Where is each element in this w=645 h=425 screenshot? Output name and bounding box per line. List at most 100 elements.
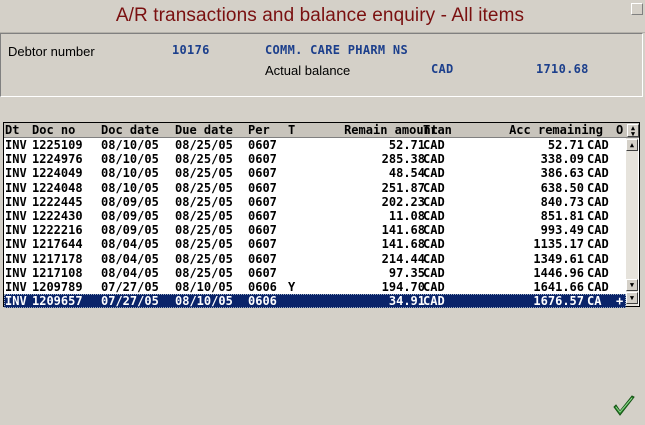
cell-dt: INV xyxy=(5,294,27,309)
col-header-tran[interactable]: Tran xyxy=(423,123,452,137)
cell-per: 0607 xyxy=(248,152,277,167)
vertical-scrollbar[interactable]: ▲ ▼ ▼ xyxy=(626,138,638,306)
cell-remain-amount: 97.35 xyxy=(388,265,425,280)
cell-per: 0607 xyxy=(248,138,277,152)
cell-dt: INV xyxy=(5,237,27,252)
col-header-dt[interactable]: Dt xyxy=(5,123,19,137)
cell-doc-date: 08/10/05 xyxy=(101,152,159,167)
cell-acc-remaining: 1135.17 xyxy=(533,237,584,252)
cell-currency: CAD xyxy=(587,223,609,238)
cell-due-date: 08/25/05 xyxy=(175,251,233,266)
cell-doc-date: 08/09/05 xyxy=(101,194,159,209)
col-header-doc-date[interactable]: Doc date xyxy=(101,123,159,137)
table-row[interactable]: INV 1224049 08/10/05 08/25/05 0607 48.54 CAD 38… xyxy=(4,166,626,180)
cell-doc-no: 1217178 xyxy=(32,251,83,266)
cell-currency: CAD xyxy=(587,152,609,167)
cell-tran: CAD xyxy=(423,294,445,309)
cell-tran: CAD xyxy=(423,209,445,223)
cell-doc-date: 07/27/05 xyxy=(101,294,159,309)
debtor-header-panel: Debtor number 10176 COMM. CARE PHARM NS … xyxy=(0,33,643,97)
cell-tran: CAD xyxy=(423,280,445,294)
cell-dt: INV xyxy=(5,194,27,209)
col-header-doc-no[interactable]: Doc no xyxy=(32,123,75,137)
checkmark-icon[interactable] xyxy=(612,394,636,420)
grid-header: Dt Doc no Doc date Due date Per T Remain… xyxy=(4,123,639,138)
cell-remain-amount: 194.70 xyxy=(381,280,425,294)
cell-due-date: 08/10/05 xyxy=(175,294,233,309)
cell-dt: INV xyxy=(5,152,27,167)
col-header-due-date[interactable]: Due date xyxy=(175,123,233,137)
table-row[interactable]: INV 1209789 07/27/05 08/10/05 0606 Y 194.70 CAD… xyxy=(4,280,626,294)
cell-tran: CAD xyxy=(423,194,445,209)
cell-tran: CAD xyxy=(423,180,445,195)
sort-arrows-icon[interactable]: ▲ ▼ xyxy=(627,124,639,138)
title-bar: A/R transactions and balance enquiry - A… xyxy=(0,0,645,33)
cell-due-date: 08/25/05 xyxy=(175,166,233,181)
cell-acc-remaining: 993.49 xyxy=(540,223,584,238)
cell-per: 0607 xyxy=(248,166,277,181)
cell-currency: CAD xyxy=(587,251,609,266)
cell-acc-remaining: 1676.57 xyxy=(533,294,584,309)
cell-doc-date: 08/04/05 xyxy=(101,265,159,280)
table-row[interactable]: INV 1222216 08/09/05 08/25/05 0607 141.68 CAD 9… xyxy=(4,223,626,237)
cell-due-date: 08/25/05 xyxy=(175,237,233,252)
cell-t: Y xyxy=(288,280,296,294)
cell-acc-remaining: 1446.96 xyxy=(533,265,584,280)
col-header-o[interactable]: O xyxy=(616,123,623,137)
cell-doc-no: 1217644 xyxy=(32,237,83,252)
cell-tran: CAD xyxy=(423,251,445,266)
table-row[interactable]: INV 1224976 08/10/05 08/25/05 0607 285.38 CAD 3… xyxy=(4,152,626,166)
cell-due-date: 08/25/05 xyxy=(175,265,233,280)
cell-per: 0607 xyxy=(248,209,277,223)
table-row[interactable]: INV 1225109 08/10/05 08/25/05 0607 52.71 CAD 52… xyxy=(4,138,626,152)
cell-due-date: 08/25/05 xyxy=(175,180,233,195)
table-row[interactable]: INV 1217108 08/04/05 08/25/05 0607 97.35 CAD 14… xyxy=(4,266,626,280)
cell-doc-date: 08/10/05 xyxy=(101,138,159,152)
cell-due-date: 08/25/05 xyxy=(175,223,233,238)
cell-currency: CAD xyxy=(587,280,609,294)
arrow-down-icon[interactable]: ▼ xyxy=(626,279,638,291)
cell-doc-no: 1222445 xyxy=(32,194,83,209)
cell-doc-no: 1224049 xyxy=(32,166,83,181)
debtor-name-value: COMM. CARE PHARM NS xyxy=(265,43,408,57)
cell-doc-date: 07/27/05 xyxy=(101,280,159,294)
cell-doc-date: 08/04/05 xyxy=(101,237,159,252)
cell-per: 0607 xyxy=(248,265,277,280)
cell-dt: INV xyxy=(5,223,27,238)
cell-acc-remaining: 338.09 xyxy=(540,152,584,167)
scroll-end-icon[interactable]: ▼ xyxy=(626,292,638,304)
cell-currency: CAD xyxy=(587,166,609,181)
arrow-up-icon[interactable]: ▲ xyxy=(626,139,638,151)
cell-due-date: 08/25/05 xyxy=(175,209,233,223)
cell-per: 0607 xyxy=(248,194,277,209)
cell-acc-remaining: 851.81 xyxy=(540,209,584,223)
cell-due-date: 08/10/05 xyxy=(175,280,233,294)
cell-doc-no: 1224048 xyxy=(32,180,83,195)
cell-currency: CAD xyxy=(587,265,609,280)
cell-remain-amount: 251.87 xyxy=(381,180,425,195)
balance-amount: 1710.68 xyxy=(536,62,589,76)
balance-currency: CAD xyxy=(431,62,454,76)
table-row[interactable]: INV 1224048 08/10/05 08/25/05 0607 251.87 CAD 6… xyxy=(4,181,626,195)
table-row[interactable]: INV 1217644 08/04/05 08/25/05 0607 141.68 CAD 1… xyxy=(4,237,626,251)
table-row-selected[interactable]: INV 1209657 07/27/05 08/10/05 0606 34.91 CAD 16… xyxy=(4,294,626,309)
table-row[interactable]: INV 1222445 08/09/05 08/25/05 0607 202.23 CAD 8… xyxy=(4,195,626,209)
col-header-per[interactable]: Per xyxy=(248,123,270,137)
transactions-grid[interactable]: Dt Doc no Doc date Due date Per T Remain… xyxy=(3,122,640,309)
col-header-acc-remaining[interactable]: Acc remaining xyxy=(509,123,603,137)
table-row[interactable]: INV 1222430 08/09/05 08/25/05 0607 11.08 CAD 85… xyxy=(4,209,626,223)
col-header-t[interactable]: T xyxy=(288,123,295,137)
cell-doc-date: 08/10/05 xyxy=(101,166,159,181)
cell-remain-amount: 214.44 xyxy=(381,251,425,266)
cell-tran: CAD xyxy=(423,138,445,152)
cell-due-date: 08/25/05 xyxy=(175,152,233,167)
cell-remain-amount: 141.68 xyxy=(381,237,425,252)
cell-dt: INV xyxy=(5,209,27,223)
table-row[interactable]: INV 1217178 08/04/05 08/25/05 0607 214.44 CAD 1… xyxy=(4,252,626,266)
cell-doc-no: 1217108 xyxy=(32,265,83,280)
cell-tran: CAD xyxy=(423,152,445,167)
cell-acc-remaining: 1349.61 xyxy=(533,251,584,266)
cell-currency: CA xyxy=(587,294,602,309)
cell-tran: CAD xyxy=(423,265,445,280)
cell-per: 0607 xyxy=(248,180,277,195)
